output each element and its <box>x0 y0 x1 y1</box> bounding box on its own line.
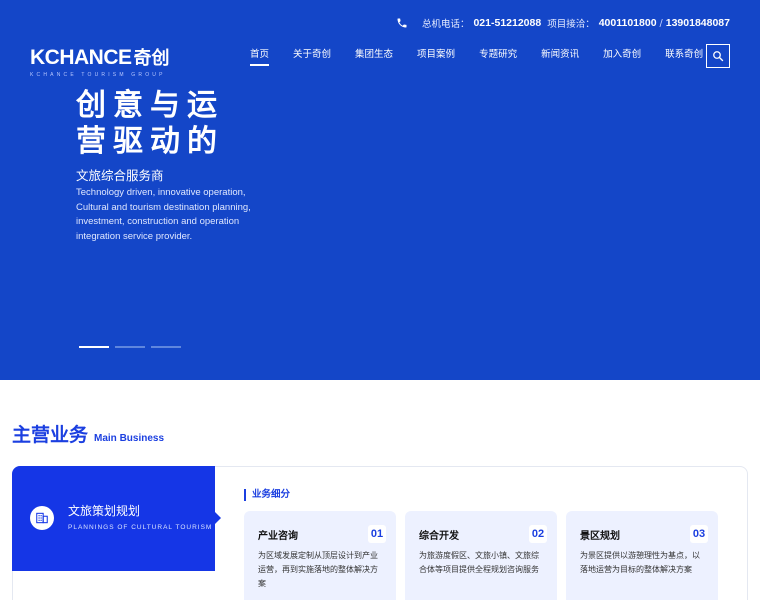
logo-cn: 奇创 <box>133 48 170 69</box>
logo-text: KCHANCE <box>30 46 132 69</box>
nav-item-research[interactable]: 专题研究 <box>479 48 517 66</box>
hero-title-line-2: 营驱动的 <box>76 124 224 159</box>
card-description: 为旅游度假区、文旅小镇、文旅综合体等项目提供全程规划咨询服务 <box>419 551 539 574</box>
carousel-dot-2[interactable] <box>115 346 145 348</box>
carousel-dot-1[interactable] <box>79 346 109 348</box>
nav-item-join[interactable]: 加入奇创 <box>603 48 641 66</box>
sub-heading: 业务细分 <box>244 489 290 501</box>
hero-desc-line-2: Cultural and tourism destination plannin… <box>76 201 251 213</box>
project-phone-2[interactable]: 13901848087 <box>666 17 730 29</box>
card-number: 03 <box>690 525 708 543</box>
phone-icon <box>396 17 408 29</box>
phone-separator: / <box>659 17 663 29</box>
hero-description: Technology driven, innovative operation,… <box>76 186 276 244</box>
hero-desc-line-1: Technology driven, innovative operation, <box>76 187 246 198</box>
carousel-indicators <box>79 346 187 348</box>
card-title: 景区规划 <box>580 531 620 542</box>
building-plan-icon <box>30 506 54 530</box>
search-button[interactable] <box>706 44 730 68</box>
hero-title: 创意与运 营驱动的 <box>76 88 224 160</box>
category-tab-planning[interactable]: 文旅策划规划 PLANNINGS OF CULTURAL TOURISM <box>12 466 221 571</box>
card-description: 为区域发展定制从顶层设计到产业运营，再到实施落地的整体解决方案 <box>258 551 378 588</box>
card-description: 为景区提供以游憩理性为基点，以落地运营为目标的整体解决方案 <box>580 551 700 574</box>
business-card-consulting[interactable]: 产业咨询 01 为区域发展定制从顶层设计到产业运营，再到实施落地的整体解决方案 <box>244 511 396 600</box>
contact-bar: 总机电话： 021-51212088 项目接洽： 4001101800 / 13… <box>396 16 730 30</box>
hero-desc-line-3: investment, construction and operation <box>76 216 240 227</box>
card-title: 综合开发 <box>419 531 459 542</box>
category-title: 文旅策划规划 <box>68 504 141 518</box>
nav-item-cases[interactable]: 项目案例 <box>417 48 455 66</box>
hero-title-line-1: 创意与运 <box>76 88 224 123</box>
section-title: 主营业务 Main Business <box>12 420 164 447</box>
nav-item-news[interactable]: 新闻资讯 <box>541 48 579 66</box>
nav-item-about[interactable]: 关于奇创 <box>293 48 331 66</box>
section-title-en: Main Business <box>94 433 165 444</box>
hotline-label: 总机电话： <box>421 19 470 30</box>
hotline-number[interactable]: 021-51212088 <box>473 17 541 29</box>
card-title: 产业咨询 <box>258 531 298 542</box>
category-subtitle: PLANNINGS OF CULTURAL TOURISM <box>68 524 213 531</box>
hero-desc-line-4: integration service provider. <box>76 230 193 242</box>
nav-item-contact[interactable]: 联系奇创 <box>665 48 703 66</box>
hero-subtitle: 文旅综合服务商 <box>76 168 164 183</box>
nav-item-ecosystem[interactable]: 集团生态 <box>355 48 393 66</box>
card-number: 01 <box>368 525 386 543</box>
business-card-development[interactable]: 综合开发 02 为旅游度假区、文旅小镇、文旅综合体等项目提供全程规划咨询服务 <box>405 511 557 600</box>
main-nav: 首页 关于奇创 集团生态 项目案例 专题研究 新闻资讯 加入奇创 联系奇创 <box>250 48 703 66</box>
section-title-cn: 主营业务 <box>12 424 89 446</box>
brand-logo[interactable]: KCHANCE 奇创 KCHANCE TOURISM GROUP <box>30 44 190 78</box>
card-number: 02 <box>529 525 547 543</box>
logo-subtitle: KCHANCE TOURISM GROUP <box>30 72 166 78</box>
business-card-scenic[interactable]: 景区规划 03 为景区提供以游憩理性为基点，以落地运营为目标的整体解决方案 <box>566 511 718 600</box>
nav-item-home[interactable]: 首页 <box>250 48 270 66</box>
hero-banner: 总机电话： 021-51212088 项目接洽： 4001101800 / 13… <box>0 0 760 380</box>
carousel-dot-3[interactable] <box>151 346 181 348</box>
search-icon <box>712 47 724 66</box>
project-label: 项目接洽： <box>547 19 595 30</box>
project-phone-1[interactable]: 4001101800 <box>599 17 657 29</box>
